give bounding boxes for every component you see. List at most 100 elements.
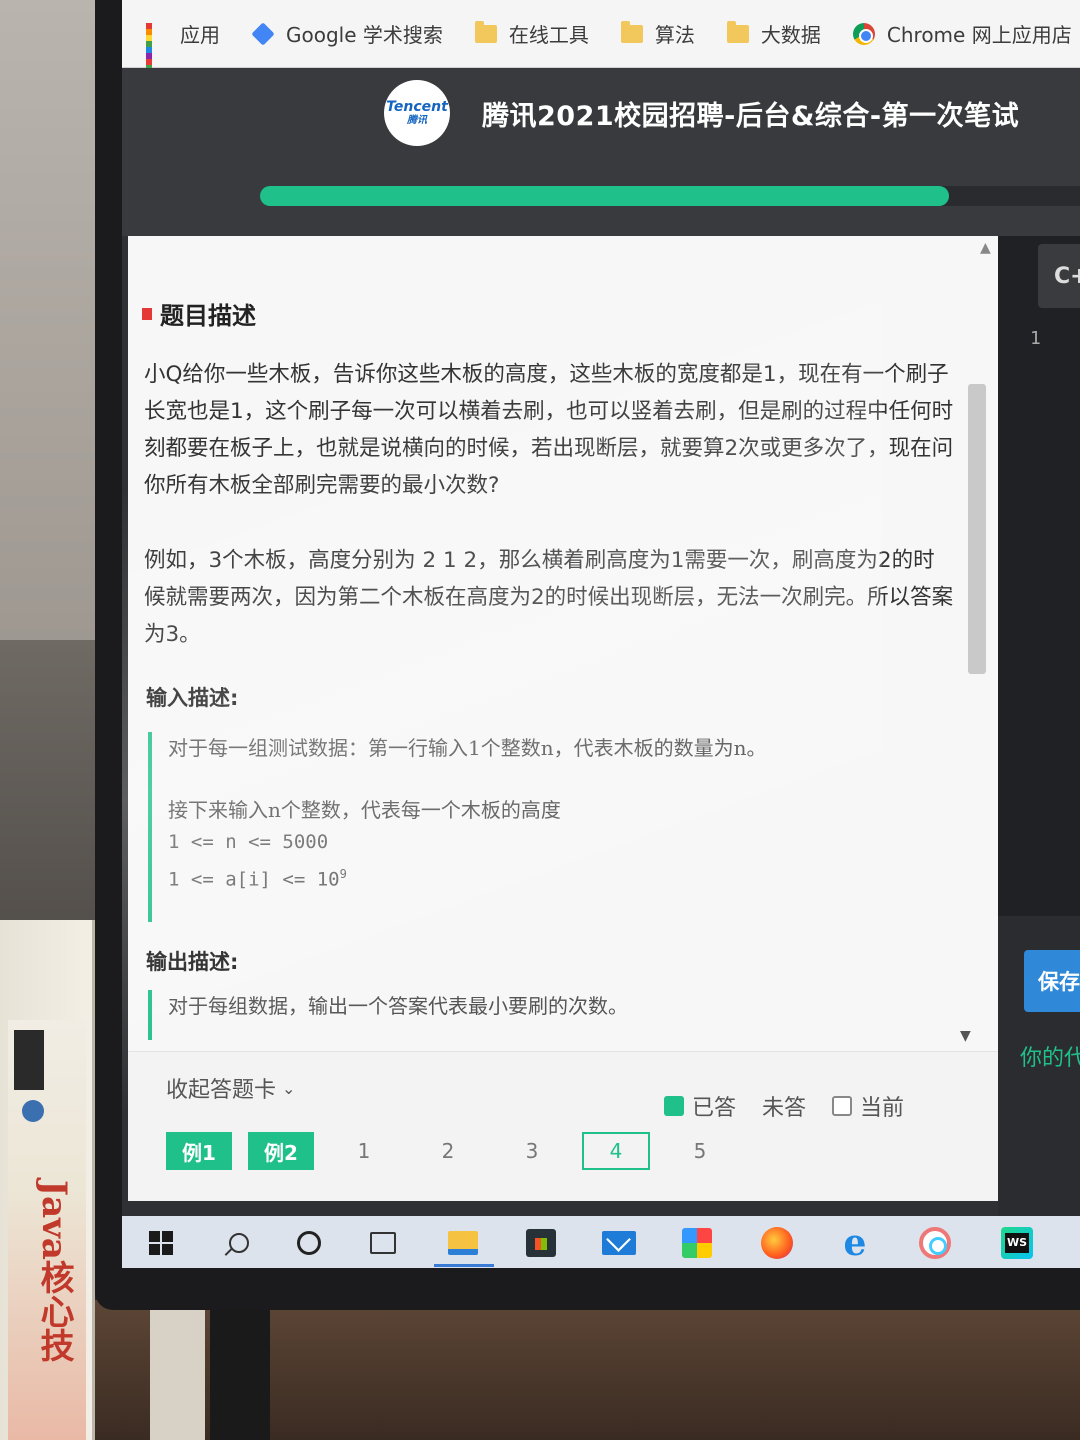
tencent-logo: Tencent 腾讯	[384, 80, 450, 146]
bookmark-label: 算法	[654, 23, 695, 47]
question-2-button[interactable]: 2	[414, 1132, 482, 1170]
file-explorer-button[interactable]	[446, 1226, 480, 1260]
answer-legend: 已答 未答 当前	[664, 1090, 930, 1122]
book-title: Java核心技	[34, 1180, 74, 1362]
bookmark-label: Chrome 网上应用店	[886, 23, 1072, 47]
bookmark-big-data[interactable]: 大数据	[726, 19, 821, 48]
question-5-button[interactable]: 5	[666, 1132, 734, 1170]
bookmark-algorithms[interactable]: 算法	[620, 19, 695, 48]
input-line: 对于每一组测试数据：第一行输入1个整数n，代表木板的数量为n。	[168, 736, 767, 760]
webstorm-button[interactable]	[1000, 1226, 1034, 1260]
output-description-title: 输出描述:	[146, 950, 239, 974]
book-label	[14, 1030, 44, 1090]
example-2-button[interactable]: 例2	[248, 1132, 314, 1170]
save-button[interactable]: 保存	[1024, 950, 1080, 1012]
chrome-icon	[919, 1227, 951, 1259]
search-button[interactable]	[222, 1226, 256, 1260]
collapse-label: 收起答题卡	[166, 1078, 277, 1103]
answered-swatch	[664, 1096, 684, 1116]
constraint-line: 1 <= n <= 5000	[168, 831, 329, 853]
bookmark-online-tools[interactable]: 在线工具	[474, 19, 589, 48]
folder-icon	[620, 20, 643, 43]
question-example: 例如，3个木板，高度分别为 2 1 2，那么横着刷高度为1需要一次，刷高度为2的…	[144, 548, 954, 647]
legend-label: 未答	[762, 1096, 807, 1121]
scroll-up-arrow-icon[interactable]: ▲	[980, 240, 991, 256]
windows-taskbar: e	[122, 1216, 1080, 1268]
active-app-indicator	[434, 1264, 494, 1267]
folder-icon	[726, 20, 749, 43]
publisher-logo	[22, 1100, 44, 1122]
answer-card: 收起答题卡 ⌄ 已答 未答 当前 例1 例2 1 2 3 4 5	[128, 1051, 998, 1201]
exam-header: Tencent 腾讯 腾讯2021校园招聘-后台&综合-第一次笔试	[122, 68, 1080, 158]
bookmark-chrome-store[interactable]: Chrome 网上应用店	[852, 19, 1072, 48]
start-button[interactable]	[144, 1226, 178, 1260]
windows-icon	[149, 1231, 173, 1255]
chevron-down-icon: ⌄	[282, 1078, 296, 1098]
question-4-button[interactable]: 4	[582, 1132, 650, 1170]
output-line: 对于每组数据，输出一个答案代表最小要刷的次数。	[168, 994, 628, 1018]
legend-label: 已答	[692, 1096, 737, 1121]
intellij-icon	[682, 1228, 712, 1258]
chrome-icon	[852, 22, 875, 45]
screen: 应用 Google 学术搜索 在线工具 算法 大数据 Chrome 网上应用店 …	[122, 0, 1080, 1268]
cortana-button[interactable]	[292, 1226, 326, 1260]
bookmark-label: 大数据	[760, 23, 821, 47]
bookmark-google-scholar[interactable]: Google 学术搜索	[251, 19, 443, 48]
edge-icon: e	[843, 1222, 867, 1264]
language-select[interactable]: C+	[1038, 244, 1080, 308]
input-description: 对于每一组测试数据：第一行输入1个整数n，代表木板的数量为n。 接下来输入n个整…	[148, 732, 948, 922]
progress-area	[122, 158, 1080, 236]
legend-answered: 已答	[664, 1090, 736, 1122]
mail-button[interactable]	[602, 1226, 636, 1260]
question-navigator: 例1 例2 1 2 3 4 5	[166, 1132, 734, 1170]
input-line: 接下来输入n个整数，代表每一个木板的高度	[168, 798, 561, 822]
bookmark-label: 应用	[180, 23, 220, 47]
collapse-answer-card-button[interactable]: 收起答题卡 ⌄	[166, 1072, 295, 1104]
book	[210, 1305, 270, 1440]
task-view-icon	[370, 1232, 396, 1254]
edge-button[interactable]: e	[838, 1222, 872, 1264]
folder-icon	[474, 20, 497, 43]
firefox-button[interactable]	[760, 1226, 794, 1260]
webstorm-icon	[1001, 1227, 1033, 1259]
bookmark-label: 在线工具	[508, 23, 589, 47]
example-1-button[interactable]: 例1	[166, 1132, 232, 1170]
editor-actions: 保存 你的代码	[998, 916, 1080, 1216]
your-code-label: 你的代码	[1020, 1046, 1080, 1071]
mail-icon	[602, 1231, 636, 1255]
scroll-down-arrow-icon[interactable]: ▼	[960, 1028, 971, 1044]
input-description-title: 输入描述:	[146, 686, 239, 710]
bookmarks-bar: 应用 Google 学术搜索 在线工具 算法 大数据 Chrome 网上应用店	[122, 0, 1080, 77]
firefox-icon	[761, 1227, 793, 1259]
question-1-button[interactable]: 1	[330, 1132, 398, 1170]
section-marker	[142, 307, 152, 320]
apps-icon	[146, 22, 168, 77]
current-swatch	[832, 1096, 853, 1116]
scrollbar-thumb[interactable]	[968, 384, 986, 674]
chrome-taskbar-button[interactable]	[918, 1226, 952, 1260]
book	[150, 1305, 205, 1440]
question-description: 小Q给你一些木板，告诉你这些木板的高度，这些木板的宽度都是1，现在有一个刷子长宽…	[144, 362, 954, 498]
exam-progress-bar	[260, 186, 1080, 206]
legend-unanswered: 未答	[762, 1090, 806, 1122]
cortana-icon	[297, 1231, 321, 1255]
question-panel: ▲ ▼ 题目描述 小Q给你一些木板，告诉你这些木板的高度，这些木板的宽度都是1，…	[128, 236, 998, 1051]
constraint-text: 1 <= a[i] <= 10	[168, 868, 340, 891]
section-title-text: 题目描述	[160, 302, 256, 330]
code-editor[interactable]: C+ 1	[998, 236, 1080, 916]
progress-fill	[260, 186, 949, 206]
intellij-button[interactable]	[680, 1226, 714, 1260]
legend-label: 当前	[860, 1096, 905, 1121]
line-number: 1	[1030, 328, 1041, 349]
task-view-button[interactable]	[366, 1226, 400, 1260]
logo-text-cn: 腾讯	[407, 115, 427, 126]
search-icon	[229, 1233, 249, 1253]
question-3-button[interactable]: 3	[498, 1132, 566, 1170]
page-title: 腾讯2021校园招聘-后台&综合-第一次笔试	[482, 100, 1020, 132]
bookmark-apps[interactable]: 应用	[146, 19, 220, 77]
constraint-line: 1 <= a[i] <= 109	[168, 858, 948, 895]
store-button[interactable]	[524, 1226, 558, 1260]
bookmark-label: Google 学术搜索	[286, 23, 443, 47]
file-explorer-icon	[448, 1231, 478, 1255]
google-scholar-icon	[251, 21, 275, 46]
